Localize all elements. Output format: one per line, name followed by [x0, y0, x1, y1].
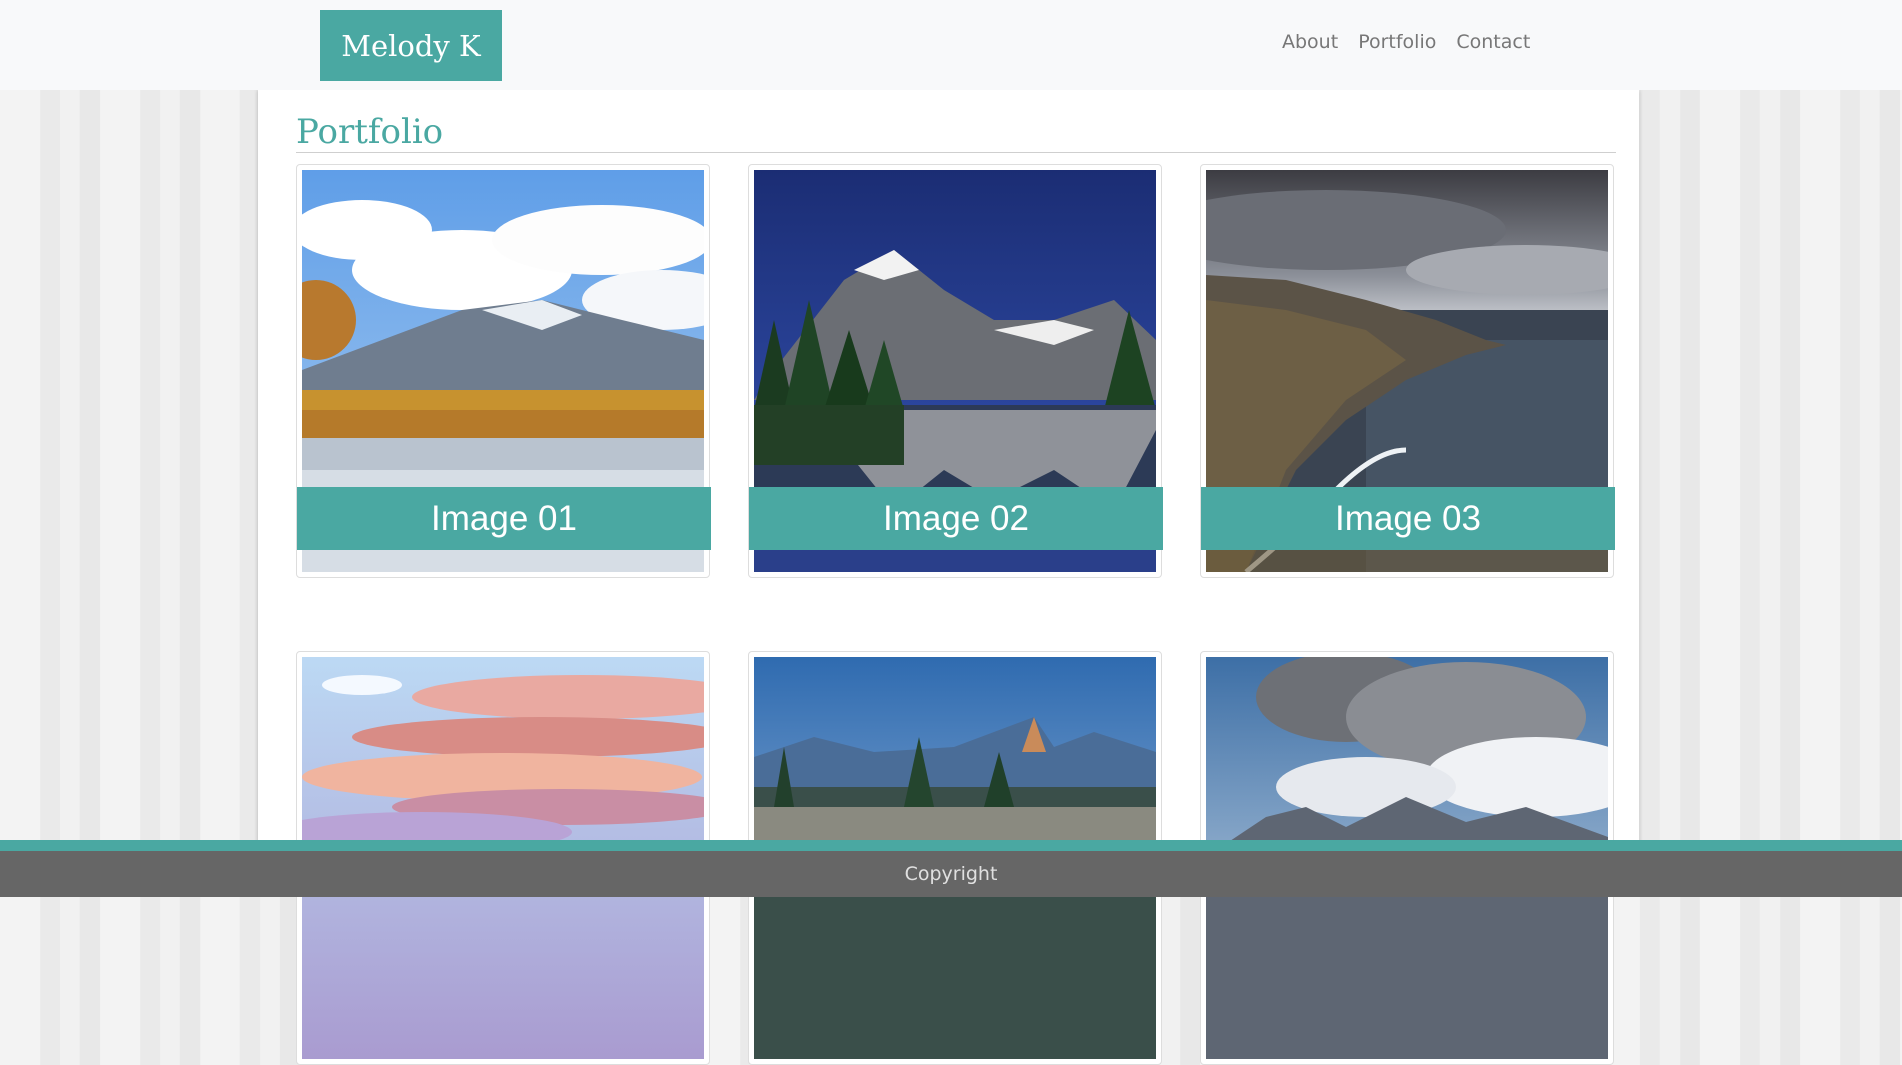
nav-link-contact[interactable]: Contact [1456, 31, 1530, 53]
page-title: Portfolio [296, 112, 444, 152]
gallery-caption: Image 01 [297, 487, 711, 550]
brand-logo[interactable]: Melody K [320, 10, 502, 81]
navbar: Melody K About Portfolio Contact [0, 0, 1902, 90]
footer-copyright: Copyright [904, 863, 998, 885]
gallery-card-image-02[interactable]: Image 02 [748, 164, 1163, 578]
footer: Copyright [0, 851, 1902, 897]
footer-accent-stripe [0, 840, 1902, 851]
gallery-card-image-03[interactable]: Image 03 [1200, 164, 1615, 578]
gallery-card-image-01[interactable]: Image 01 [296, 164, 711, 578]
nav-link-about[interactable]: About [1282, 31, 1338, 53]
main-container: Portfolio Image 01 Image 02 Image 03 [258, 90, 1639, 1065]
title-divider [296, 152, 1616, 153]
nav-link-portfolio[interactable]: Portfolio [1358, 31, 1436, 53]
gallery-caption: Image 02 [749, 487, 1163, 550]
gallery-caption: Image 03 [1201, 487, 1615, 550]
nav-links: About Portfolio Contact [1282, 31, 1550, 53]
